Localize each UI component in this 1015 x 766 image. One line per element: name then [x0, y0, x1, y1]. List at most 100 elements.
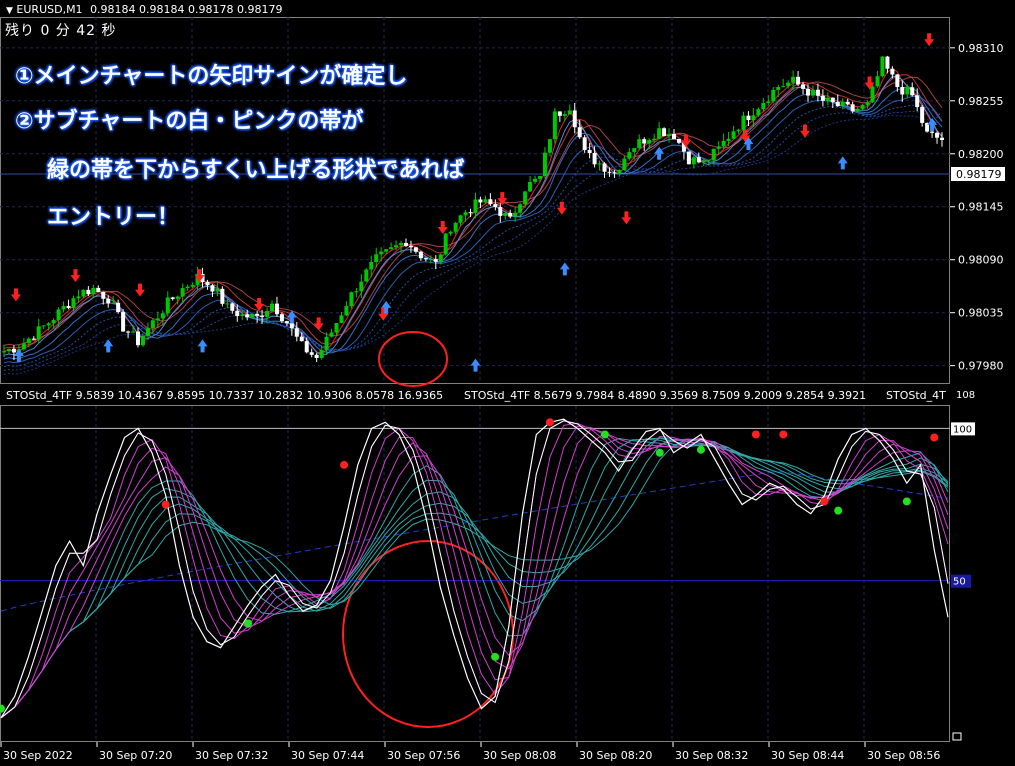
sto-green-dot: [0, 704, 5, 713]
candle-body: [46, 323, 51, 326]
candle-body: [498, 207, 503, 216]
buy-arrow-icon: [559, 262, 570, 276]
candle-body: [900, 87, 905, 95]
candle-body: [304, 341, 309, 353]
candle-body: [230, 303, 235, 311]
candle-body: [364, 269, 369, 282]
candle-body: [523, 191, 528, 205]
candle-body: [627, 152, 632, 159]
candle-body: [165, 297, 170, 314]
indicator-header-2: STOStd_4TF 8.5679 9.7984 8.4890 9.3569 8…: [464, 389, 867, 402]
triangle-down-icon[interactable]: ▼: [6, 6, 13, 16]
candle-body: [652, 138, 657, 140]
candle-body: [225, 303, 230, 305]
candle-body: [607, 171, 612, 173]
candle-body: [547, 139, 552, 153]
candle-body: [359, 281, 364, 292]
timer-label: 残り 0 分 42 秒: [5, 23, 117, 39]
candle-body: [518, 204, 523, 213]
x-tick-label: 30 Sep 07:32: [195, 749, 268, 762]
ohlc-values: 0.98184 0.98184 0.98178 0.98179: [90, 3, 283, 16]
candle-body: [140, 336, 145, 346]
candle-body: [483, 199, 488, 203]
buy-arrow-icon: [470, 358, 481, 372]
candle-body: [657, 128, 662, 139]
candle-body: [706, 160, 711, 162]
level-50-label: 50: [953, 577, 966, 588]
candle-body: [910, 87, 915, 96]
candle-body: [299, 336, 304, 342]
candle-body: [930, 131, 935, 133]
candle-body: [96, 287, 101, 292]
candle-body: [294, 328, 299, 337]
candle-body: [542, 152, 547, 176]
sto-red-dot: [751, 430, 760, 439]
candle-body: [632, 148, 637, 153]
candle-body: [354, 291, 359, 293]
highlight-circle-main: [378, 331, 448, 387]
x-tick-label: 30 Sep 08:56: [867, 749, 940, 762]
sto-green-dot: [491, 652, 500, 661]
candle-body: [746, 115, 751, 121]
candle-body: [528, 181, 533, 192]
x-tick-label: 30 Sep 2022: [3, 749, 73, 762]
candle-body: [389, 247, 394, 250]
candle-body: [508, 212, 513, 217]
price-axis-label: 0.98310: [958, 42, 1004, 55]
trading-chart-window: 30 Sep 2022 30 Sep 07:20 30 Sep 07:32 30 Se…: [0, 0, 1015, 766]
candle-body: [379, 251, 384, 255]
sell-arrow-icon: [70, 269, 81, 283]
candle-body: [776, 87, 781, 91]
candle-body: [617, 170, 622, 174]
candle-body: [81, 289, 86, 297]
candle-body: [334, 323, 339, 333]
candle-body: [672, 134, 676, 140]
sell-arrow-icon: [556, 201, 567, 215]
price-axis-label: 0.97980: [958, 360, 1004, 373]
sto-green-dot: [600, 430, 609, 439]
candle-body: [309, 352, 314, 355]
candle-body: [662, 128, 667, 137]
sell-arrow-icon: [924, 33, 935, 47]
candle-body: [806, 88, 810, 96]
candle-body: [329, 332, 334, 337]
candle-body: [567, 110, 572, 115]
candle-body: [349, 292, 354, 307]
candle-body: [121, 312, 126, 332]
candle-body: [637, 139, 642, 149]
x-tick-label: 30 Sep 08:32: [675, 749, 748, 762]
candle-body: [786, 82, 791, 87]
candle-body: [845, 101, 850, 105]
sto-pink-line: [0, 420, 949, 719]
candle-body: [513, 212, 518, 217]
candle-body: [344, 306, 349, 316]
candle-body: [66, 306, 71, 308]
candle-body: [21, 343, 26, 350]
candle-body: [890, 68, 895, 75]
candle-body: [413, 247, 418, 252]
candle-body: [667, 134, 672, 137]
candle-body: [6, 348, 11, 352]
candle-body: [240, 314, 245, 317]
chart-header: ▼ EURUSD,M1 0.98184 0.98184 0.98178 0.98…: [6, 3, 283, 16]
candle-body: [180, 288, 185, 297]
candle-body: [170, 297, 175, 299]
candle-body: [220, 288, 225, 304]
candle-body: [875, 76, 880, 87]
candle-body: [443, 233, 448, 255]
candle-body: [587, 149, 592, 154]
candle-body: [190, 284, 195, 287]
candle-body: [557, 111, 562, 116]
level-100-label: 100: [953, 424, 972, 435]
candle-body: [61, 306, 66, 310]
candle-body: [825, 97, 830, 101]
candle-body: [279, 314, 284, 322]
price-axis-label: 0.98145: [958, 201, 1004, 214]
candle-body: [796, 76, 801, 85]
candle-body: [394, 245, 399, 248]
candle-body: [136, 331, 140, 346]
candle-body: [895, 74, 900, 88]
candle-body: [260, 315, 265, 317]
candle-body: [175, 296, 180, 299]
candle-body: [160, 313, 165, 319]
